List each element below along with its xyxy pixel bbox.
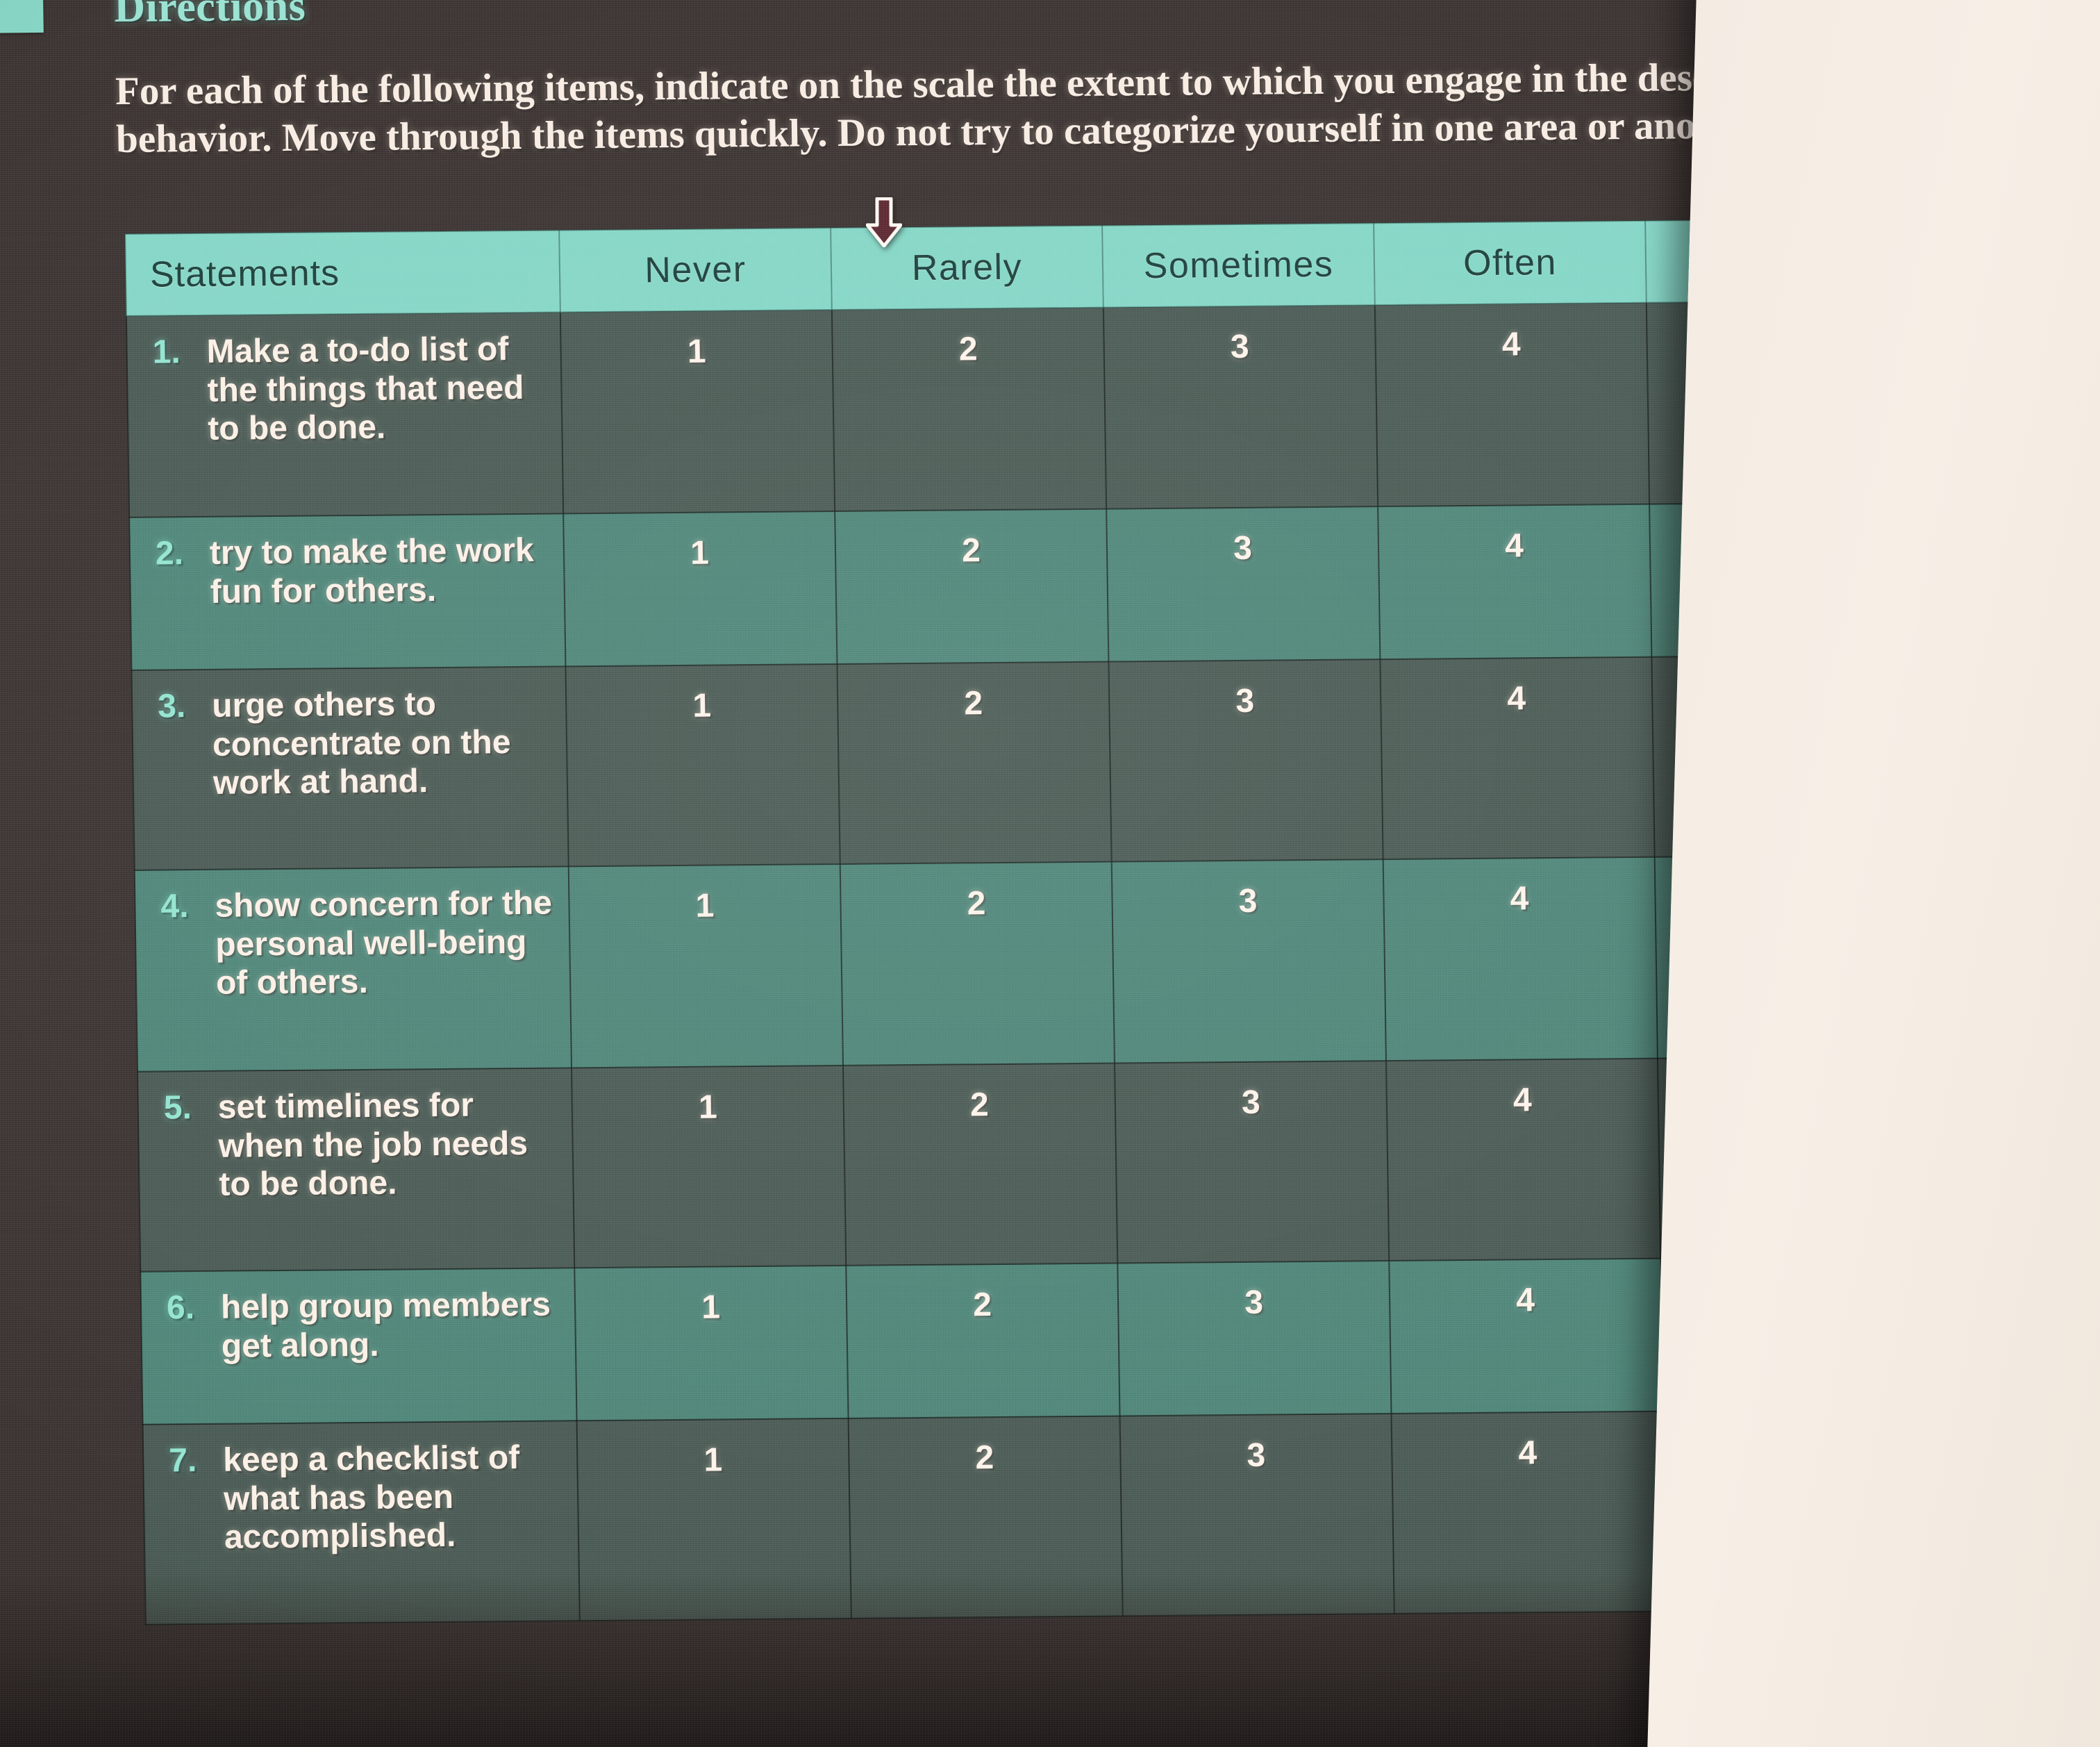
table-row: 4. show concern for the personal well-be… bbox=[134, 854, 1929, 1072]
item-text: set timelines for when the job needs to … bbox=[217, 1086, 528, 1204]
rating-option-often[interactable]: 4 bbox=[1385, 1058, 1661, 1261]
item-number: 7. bbox=[168, 1442, 197, 1480]
rating-option-often[interactable]: 4 bbox=[1374, 302, 1650, 507]
table-row: 2. try to make the work fun for others. … bbox=[129, 502, 1924, 670]
table-row: 3. urge others to concentrate on the wor… bbox=[131, 654, 1926, 870]
rating-option-often[interactable]: 4 bbox=[1389, 1258, 1663, 1414]
rating-option-often[interactable]: 4 bbox=[1378, 504, 1652, 660]
statement-cell: 5. set timelines for when the job needs … bbox=[138, 1068, 575, 1272]
rating-option-sometimes[interactable]: 3 bbox=[1117, 1261, 1392, 1416]
item-number: 3. bbox=[157, 688, 186, 725]
item-number: 4. bbox=[160, 888, 189, 925]
down-arrow-cursor-icon bbox=[866, 197, 902, 247]
column-header-often: Often bbox=[1374, 220, 1647, 306]
rating-option-rarely[interactable]: 2 bbox=[848, 1416, 1123, 1618]
rating-option-often[interactable]: 4 bbox=[1383, 856, 1658, 1061]
statement-cell: 1. Make a to-do list of the things that … bbox=[126, 312, 564, 518]
rating-option-sometimes[interactable]: 3 bbox=[1114, 1061, 1390, 1264]
item-text: urge others to concentrate on the work a… bbox=[211, 686, 511, 802]
item-number: 1. bbox=[152, 333, 181, 371]
statement-cell: 2. try to make the work fun for others. bbox=[129, 513, 566, 670]
page-title: Directions bbox=[113, 0, 306, 32]
rating-option-never[interactable]: 1 bbox=[576, 1418, 851, 1621]
decorative-teal-corner-chip bbox=[0, 0, 44, 33]
rating-option-never[interactable]: 1 bbox=[565, 663, 840, 867]
rating-option-sometimes[interactable]: 3 bbox=[1111, 859, 1386, 1063]
rating-option-never[interactable]: 1 bbox=[560, 310, 835, 514]
item-number: 6. bbox=[166, 1289, 195, 1327]
statement-cell: 4. show concern for the personal well-be… bbox=[134, 866, 572, 1072]
item-number: 2. bbox=[155, 535, 184, 572]
rating-option-rarely[interactable]: 2 bbox=[842, 1063, 1118, 1266]
item-text: help group members get along. bbox=[220, 1286, 551, 1365]
column-header-never: Never bbox=[559, 228, 832, 313]
rating-option-never[interactable]: 1 bbox=[572, 1065, 847, 1268]
rating-option-never[interactable]: 1 bbox=[568, 863, 843, 1068]
item-text: keep a checklist of what has been accomp… bbox=[222, 1439, 520, 1557]
rating-option-never[interactable]: 1 bbox=[574, 1265, 849, 1421]
rating-option-rarely[interactable]: 2 bbox=[831, 307, 1107, 512]
rating-option-rarely[interactable]: 2 bbox=[840, 861, 1115, 1066]
lit-wall-area bbox=[1644, 0, 2100, 1747]
rating-option-often[interactable]: 4 bbox=[1391, 1411, 1666, 1614]
table-header-row: Statements Never Rarely Sometimes Often … bbox=[125, 218, 1918, 316]
statement-cell: 6. help group members get along. bbox=[140, 1268, 577, 1425]
statement-cell: 7. keep a checklist of what has been acc… bbox=[142, 1421, 580, 1625]
rating-option-sometimes[interactable]: 3 bbox=[1103, 305, 1378, 509]
rating-option-often[interactable]: 4 bbox=[1380, 656, 1655, 860]
directions-paragraph: For each of the following items, indicat… bbox=[115, 54, 1801, 161]
item-number: 5. bbox=[163, 1089, 192, 1127]
item-text: try to make the work fun for others. bbox=[209, 531, 535, 611]
column-header-statements: Statements bbox=[125, 230, 560, 316]
table-row: 1. Make a to-do list of the things that … bbox=[126, 300, 1922, 518]
rating-option-rarely[interactable]: 2 bbox=[846, 1263, 1120, 1418]
rating-option-never[interactable]: 1 bbox=[563, 511, 838, 667]
projected-slide-photo: Directions For each of the following ite… bbox=[0, 0, 2100, 1747]
rating-option-sometimes[interactable]: 3 bbox=[1106, 506, 1381, 662]
statement-cell: 3. urge others to concentrate on the wor… bbox=[131, 666, 569, 870]
rating-option-rarely[interactable]: 2 bbox=[837, 661, 1112, 864]
rating-option-sometimes[interactable]: 3 bbox=[1108, 659, 1383, 862]
item-text: show concern for the personal well-being… bbox=[215, 884, 553, 1002]
rating-option-rarely[interactable]: 2 bbox=[835, 508, 1109, 664]
item-text: Make a to-do list of the things that nee… bbox=[206, 331, 524, 448]
rating-option-sometimes[interactable]: 3 bbox=[1119, 1414, 1394, 1616]
column-header-sometimes: Sometimes bbox=[1102, 223, 1375, 308]
